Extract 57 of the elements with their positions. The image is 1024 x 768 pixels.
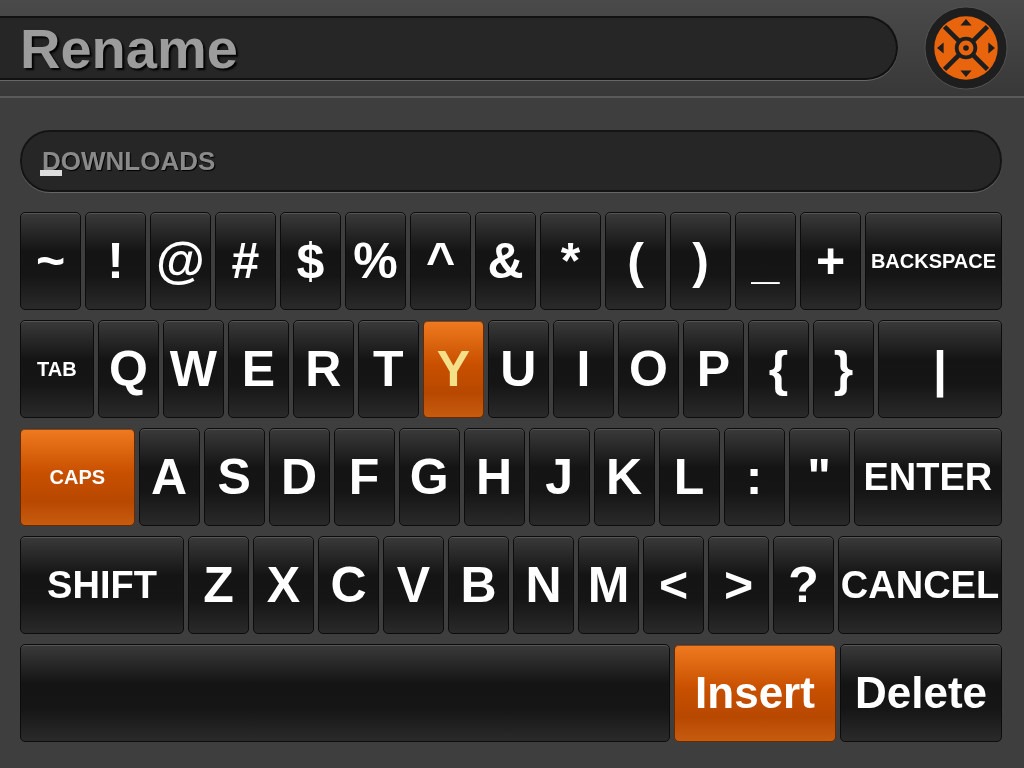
- keyboard-key[interactable]: P: [682, 320, 744, 418]
- keyboard-key[interactable]: E: [227, 320, 289, 418]
- window-title: Rename: [20, 15, 238, 81]
- keyboard-key[interactable]: S: [203, 428, 265, 526]
- keyboard-key[interactable]: SHIFT: [20, 536, 184, 634]
- keyboard-key[interactable]: +: [800, 212, 861, 310]
- keyboard-key[interactable]: W: [162, 320, 224, 418]
- keyboard-key[interactable]: U: [487, 320, 549, 418]
- keyboard-key[interactable]: }: [812, 320, 874, 418]
- keyboard-key[interactable]: ?: [773, 536, 834, 634]
- keyboard-key[interactable]: G: [398, 428, 460, 526]
- input-field[interactable]: DOWNLOADS: [20, 130, 1002, 192]
- keyboard-key[interactable]: K: [593, 428, 655, 526]
- keyboard-key[interactable]: Z: [188, 536, 249, 634]
- keyboard-key[interactable]: %: [345, 212, 406, 310]
- keyboard-key[interactable]: @: [150, 212, 211, 310]
- keyboard-key[interactable]: J: [528, 428, 590, 526]
- keyboard-key[interactable]: |: [877, 320, 1002, 418]
- keyboard-key[interactable]: *: [540, 212, 601, 310]
- keyboard-key[interactable]: !: [85, 212, 146, 310]
- keyboard-key[interactable]: &: [475, 212, 536, 310]
- keyboard-key[interactable]: ~: [20, 212, 81, 310]
- keyboard-key[interactable]: I: [552, 320, 614, 418]
- keyboard-key[interactable]: TAB: [20, 320, 94, 418]
- keyboard-key[interactable]: O: [617, 320, 679, 418]
- keyboard-key[interactable]: BACKSPACE: [865, 212, 1002, 310]
- keyboard-key[interactable]: Delete: [840, 644, 1002, 742]
- keyboard-key[interactable]: ENTER: [853, 428, 1002, 526]
- keyboard-key[interactable]: {: [747, 320, 809, 418]
- keyboard-key[interactable]: T: [357, 320, 419, 418]
- directional-pad-icon[interactable]: [924, 6, 1008, 90]
- keyboard-key[interactable]: V: [383, 536, 444, 634]
- keyboard-key[interactable]: :: [723, 428, 785, 526]
- keyboard-key[interactable]: X: [253, 536, 314, 634]
- keyboard-key[interactable]: Insert: [674, 644, 836, 742]
- keyboard-key[interactable]: CANCEL: [838, 536, 1002, 634]
- keyboard-key[interactable]: (: [605, 212, 666, 310]
- keyboard-key[interactable]: M: [578, 536, 639, 634]
- keyboard-key[interactable]: N: [513, 536, 574, 634]
- keyboard-key[interactable]: L: [658, 428, 720, 526]
- keyboard-key[interactable]: ^: [410, 212, 471, 310]
- keyboard-key[interactable]: R: [292, 320, 354, 418]
- keyboard-key[interactable]: C: [318, 536, 379, 634]
- keyboard-key[interactable]: Q: [97, 320, 159, 418]
- keyboard-key[interactable]: ): [670, 212, 731, 310]
- keyboard-key[interactable]: B: [448, 536, 509, 634]
- keyboard-key[interactable]: <: [643, 536, 704, 634]
- keyboard-key[interactable]: $: [280, 212, 341, 310]
- keyboard-key[interactable]: ": [788, 428, 850, 526]
- keyboard-key[interactable]: A: [138, 428, 200, 526]
- keyboard-key[interactable]: >: [708, 536, 769, 634]
- keyboard-key[interactable]: CAPS: [20, 428, 135, 526]
- keyboard-key[interactable]: H: [463, 428, 525, 526]
- keyboard-key[interactable]: D: [268, 428, 330, 526]
- keyboard-key[interactable]: F: [333, 428, 395, 526]
- keyboard-key[interactable]: #: [215, 212, 276, 310]
- keyboard-key[interactable]: _: [735, 212, 796, 310]
